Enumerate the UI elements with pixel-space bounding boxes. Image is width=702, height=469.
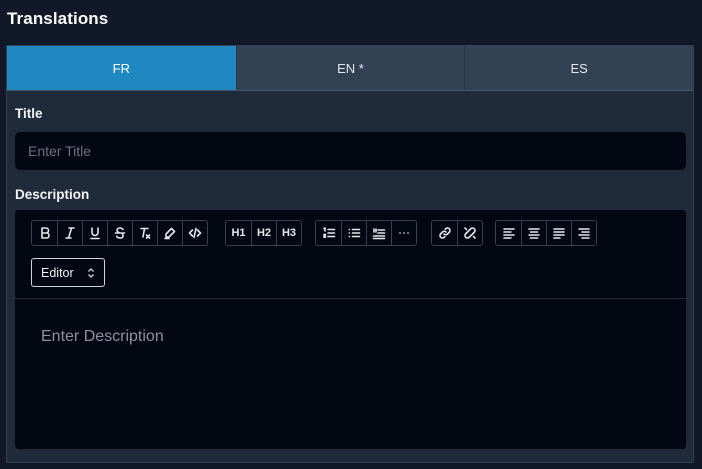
tab-en[interactable]: EN * <box>235 46 465 90</box>
heading-1-button[interactable]: H1 <box>226 221 251 245</box>
bullet-list-icon <box>348 228 361 238</box>
editor-mode-select[interactable]: Editor <box>31 258 105 287</box>
align-justify-button[interactable] <box>546 221 571 245</box>
align-center-icon <box>528 228 540 239</box>
blockquote-button[interactable] <box>366 221 391 245</box>
heading-3-button[interactable]: H3 <box>276 221 301 245</box>
ordered-list-button[interactable] <box>316 221 341 245</box>
translations-card: FR EN * ES Title Description <box>6 45 694 463</box>
editor-toolbar: H1 H2 H3 Editor <box>15 210 686 299</box>
blockquote-icon <box>372 228 386 240</box>
title-label: Title <box>15 106 43 121</box>
tab-es[interactable]: ES <box>464 46 693 90</box>
link-icon <box>438 227 451 239</box>
bold-button[interactable] <box>32 221 57 245</box>
format-button-group <box>31 220 208 246</box>
code-icon <box>188 227 202 239</box>
ordered-list-icon <box>322 227 335 238</box>
more-icon <box>399 232 409 234</box>
clear-format-icon <box>140 227 151 239</box>
title-input[interactable] <box>15 132 686 170</box>
description-editor-body[interactable]: Enter Description <box>15 300 686 449</box>
section-title: Translations <box>7 9 109 28</box>
highlight-icon <box>164 227 176 240</box>
italic-button[interactable] <box>57 221 82 245</box>
bold-icon <box>40 227 50 239</box>
more-button[interactable] <box>391 221 416 245</box>
align-left-icon <box>502 228 515 239</box>
bullet-list-button[interactable] <box>341 221 366 245</box>
description-placeholder: Enter Description <box>41 328 164 345</box>
clear-format-button[interactable] <box>132 221 157 245</box>
translations-panel: Translations FR EN * ES Title Descriptio… <box>0 0 702 469</box>
highlight-button[interactable] <box>157 221 182 245</box>
align-right-button[interactable] <box>571 221 596 245</box>
heading-button-group: H1 H2 H3 <box>225 220 302 246</box>
underline-button[interactable] <box>82 221 107 245</box>
heading-3-icon: H3 <box>281 227 297 239</box>
language-tabs: FR EN * ES <box>7 46 693 91</box>
strikethrough-icon <box>114 227 126 239</box>
description-editor: H1 H2 H3 Editor Enter Description <box>15 210 686 449</box>
align-right-icon <box>578 228 590 239</box>
tab-fr[interactable]: FR <box>7 46 236 90</box>
align-justify-icon <box>553 228 565 239</box>
link-button[interactable] <box>432 221 457 245</box>
link-button-group <box>431 220 483 246</box>
editor-mode-value: Editor <box>41 265 74 280</box>
align-left-button[interactable] <box>496 221 521 245</box>
chevron-up-down-icon <box>87 267 95 279</box>
description-label: Description <box>15 187 90 202</box>
list-button-group <box>315 220 417 246</box>
strikethrough-button[interactable] <box>107 221 132 245</box>
unlink-icon <box>464 227 476 239</box>
align-center-button[interactable] <box>521 221 546 245</box>
align-button-group <box>495 220 597 246</box>
heading-2-button[interactable]: H2 <box>251 221 276 245</box>
code-button[interactable] <box>182 221 207 245</box>
heading-1-icon: H1 <box>231 227 246 239</box>
italic-icon <box>65 227 75 239</box>
underline-icon <box>90 227 100 240</box>
unlink-button[interactable] <box>457 221 482 245</box>
heading-2-icon: H2 <box>256 227 272 239</box>
